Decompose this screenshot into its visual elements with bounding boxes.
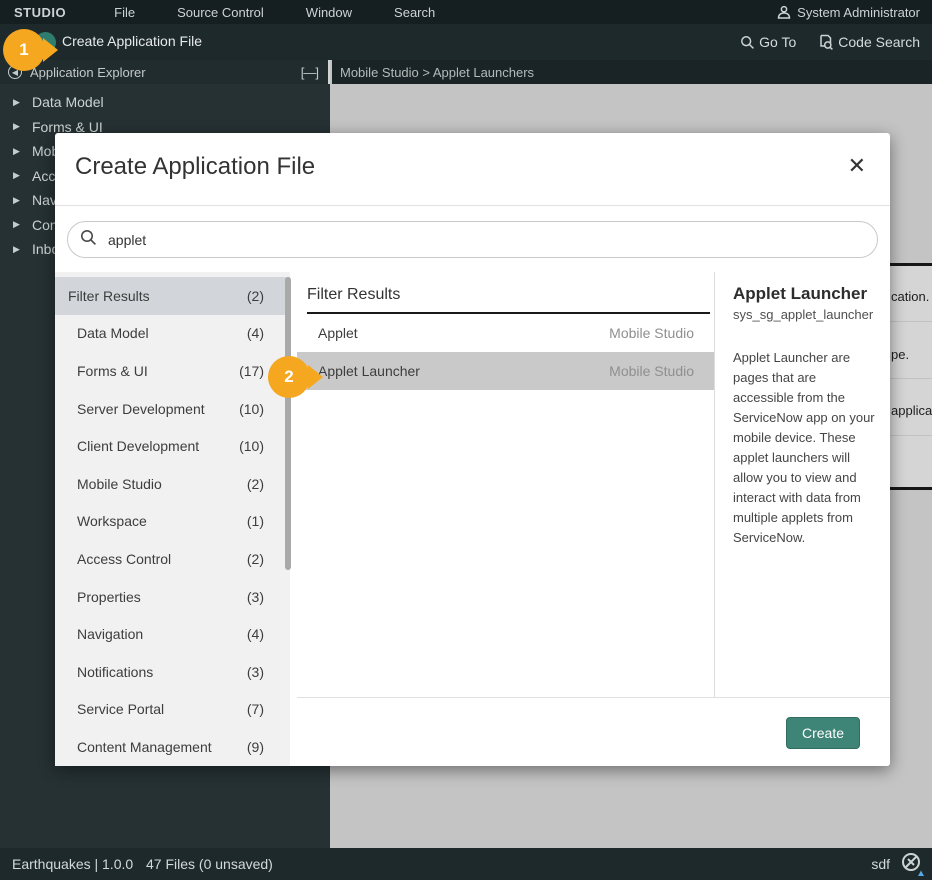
category-count: (9) — [247, 739, 264, 755]
go-to-label: Go To — [759, 34, 796, 50]
create-application-file-modal: Create Application File ✕ Filter Results… — [55, 133, 890, 766]
chevron-right-icon[interactable]: ▶ — [13, 244, 23, 255]
category-properties[interactable]: Properties (3) — [55, 578, 290, 616]
close-icon[interactable]: ✕ — [848, 155, 866, 177]
modal-header: Create Application File ✕ — [55, 133, 890, 206]
user-name: System Administrator — [797, 5, 920, 20]
background-text-fragment: cation. — [891, 289, 929, 304]
category-count: (3) — [247, 589, 264, 605]
create-button[interactable]: Create — [786, 717, 860, 749]
create-application-file-button[interactable]: Create Application File — [62, 33, 202, 49]
result-row-applet-launcher[interactable]: Applet Launcher Mobile Studio — [297, 352, 714, 390]
detail-table-name: sys_sg_applet_launcher — [733, 307, 876, 322]
category-count: (7) — [247, 701, 264, 717]
chevron-right-icon[interactable]: ▶ — [13, 146, 23, 157]
search-input[interactable] — [67, 221, 878, 258]
category-count: (17) — [239, 363, 264, 379]
category-count: (1) — [247, 513, 264, 529]
detail-description: Applet Launcher are pages that are acces… — [733, 348, 876, 548]
status-bar: Earthquakes | 1.0.0 47 Files (0 unsaved)… — [0, 848, 932, 880]
category-count: (4) — [247, 325, 264, 341]
menu-bar: STUDIO File Source Control Window Search… — [0, 0, 932, 24]
menu-source-control[interactable]: Source Control — [177, 5, 264, 20]
category-count: (10) — [239, 438, 264, 454]
chevron-right-icon[interactable]: ▶ — [13, 195, 23, 206]
detail-title: Applet Launcher — [733, 284, 876, 304]
callout-badge-1: 1 — [3, 29, 45, 71]
category-access-control[interactable]: Access Control (2) — [55, 540, 290, 578]
result-category: Mobile Studio — [609, 325, 694, 341]
file-count: 47 Files (0 unsaved) — [146, 856, 273, 872]
category-navigation[interactable]: Navigation (4) — [55, 615, 290, 653]
category-forms-ui[interactable]: Forms & UI (17) — [55, 352, 290, 390]
search-icon — [740, 35, 755, 50]
tab-applet-launchers[interactable]: Mobile Studio > Applet Launchers — [340, 65, 534, 80]
category-count: (2) — [247, 476, 264, 492]
tab-bar: Mobile Studio > Applet Launchers — [332, 60, 932, 84]
results-panel: Filter Results Applet Mobile Studio Appl… — [297, 272, 714, 697]
category-count: (2) — [247, 551, 264, 567]
modal-footer-divider — [297, 697, 890, 698]
category-count: (4) — [247, 626, 264, 642]
chevron-right-icon[interactable]: ▶ — [13, 121, 23, 132]
toolbar: Create Application File Go To Code Searc… — [0, 24, 932, 60]
category-list-scrollbar[interactable] — [285, 277, 291, 570]
category-mobile-studio[interactable]: Mobile Studio (2) — [55, 465, 290, 503]
publish-status-icon[interactable] — [900, 851, 924, 877]
category-count: (2) — [247, 288, 264, 304]
studio-app: STUDIO File Source Control Window Search… — [0, 0, 932, 880]
category-count: (3) — [247, 664, 264, 680]
application-explorer-header: ◀ Application Explorer [—] — [0, 60, 330, 84]
result-category: Mobile Studio — [609, 363, 694, 379]
category-filter-results[interactable]: Filter Results (2) — [55, 277, 290, 315]
category-client-development[interactable]: Client Development (10) — [55, 427, 290, 465]
results-heading: Filter Results — [307, 286, 710, 314]
status-user: sdf — [871, 856, 890, 872]
modal-search — [67, 221, 878, 258]
category-server-development[interactable]: Server Development (10) — [55, 390, 290, 428]
go-to-button[interactable]: Go To — [740, 34, 796, 50]
chevron-right-icon[interactable]: ▶ — [13, 170, 23, 181]
studio-brand: STUDIO — [14, 5, 66, 20]
menu-file[interactable]: File — [114, 5, 135, 20]
search-icon — [80, 229, 97, 246]
menu-window[interactable]: Window — [306, 5, 352, 20]
category-list: Filter Results (2) Data Model (4) Forms … — [55, 277, 290, 766]
category-workspace[interactable]: Workspace (1) — [55, 503, 290, 541]
application-explorer-title: Application Explorer — [30, 65, 146, 80]
detail-panel: Applet Launcher sys_sg_applet_launcher A… — [714, 272, 890, 697]
menu-search[interactable]: Search — [394, 5, 435, 20]
callout-badge-2: 2 — [268, 356, 310, 398]
result-row-applet[interactable]: Applet Mobile Studio — [297, 314, 714, 352]
chevron-right-icon[interactable]: ▶ — [13, 219, 23, 230]
category-data-model[interactable]: Data Model (4) — [55, 315, 290, 353]
background-text-fragment: applica — [891, 403, 932, 418]
code-search-icon — [818, 34, 834, 50]
category-notifications[interactable]: Notifications (3) — [55, 653, 290, 691]
code-search-button[interactable]: Code Search — [818, 34, 920, 50]
code-search-label: Code Search — [838, 34, 920, 50]
user-menu[interactable]: System Administrator — [777, 5, 920, 20]
category-service-portal[interactable]: Service Portal (7) — [55, 691, 290, 729]
modal-title: Create Application File — [75, 153, 315, 181]
category-content-management[interactable]: Content Management (9) — [55, 728, 290, 766]
tree-item-data-model[interactable]: ▶ Data Model — [0, 90, 330, 115]
chevron-right-icon[interactable]: ▶ — [13, 97, 23, 108]
person-icon — [777, 5, 791, 19]
collapse-all-button[interactable]: [—] — [301, 65, 318, 80]
background-text-fragment: pe. — [891, 347, 909, 362]
category-count: (10) — [239, 401, 264, 417]
app-name-version: Earthquakes | 1.0.0 — [12, 856, 133, 872]
